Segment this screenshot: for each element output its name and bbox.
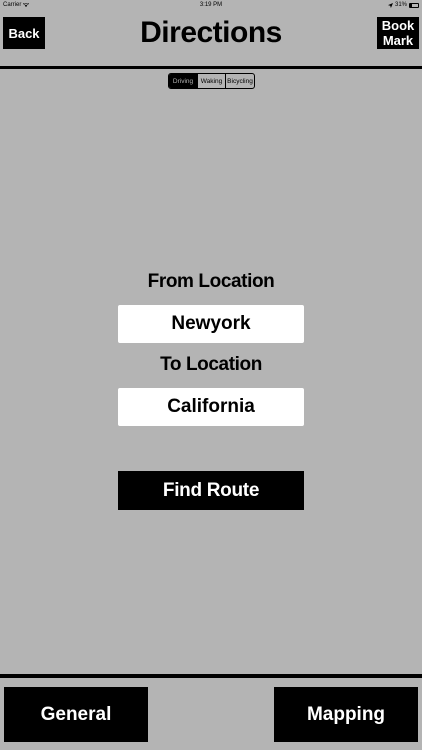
footer-divider — [0, 674, 422, 678]
status-right: 31% — [387, 2, 419, 8]
segment-walking[interactable]: Waking — [197, 74, 225, 88]
page-title: Directions — [140, 16, 282, 49]
from-location-label: From Location — [147, 271, 275, 292]
from-location-input[interactable] — [118, 305, 304, 343]
nav-bar: Back Directions Book Mark — [0, 12, 422, 66]
battery-fill — [410, 3, 413, 7]
find-route-button[interactable]: Find Route — [118, 471, 304, 510]
back-button[interactable]: Back — [3, 17, 45, 49]
to-location-input[interactable] — [118, 388, 304, 426]
segment-bicycling[interactable]: Bicycling — [225, 74, 254, 88]
to-location-label: To Location — [160, 354, 262, 375]
battery-icon — [409, 2, 419, 8]
mapping-button[interactable]: Mapping — [274, 687, 418, 742]
battery-percent: 31% — [394, 2, 407, 8]
travel-mode-selector: Driving Waking Bicycling — [168, 73, 255, 89]
header-divider — [0, 66, 422, 69]
bookmark-button[interactable]: Book Mark — [377, 17, 419, 49]
segment-driving[interactable]: Driving — [169, 74, 197, 88]
status-bar: Carrier 3:19 PM 31% — [0, 0, 422, 12]
general-button[interactable]: General — [4, 687, 148, 742]
location-arrow-icon — [387, 2, 393, 8]
status-time: 3:19 PM — [199, 2, 223, 8]
